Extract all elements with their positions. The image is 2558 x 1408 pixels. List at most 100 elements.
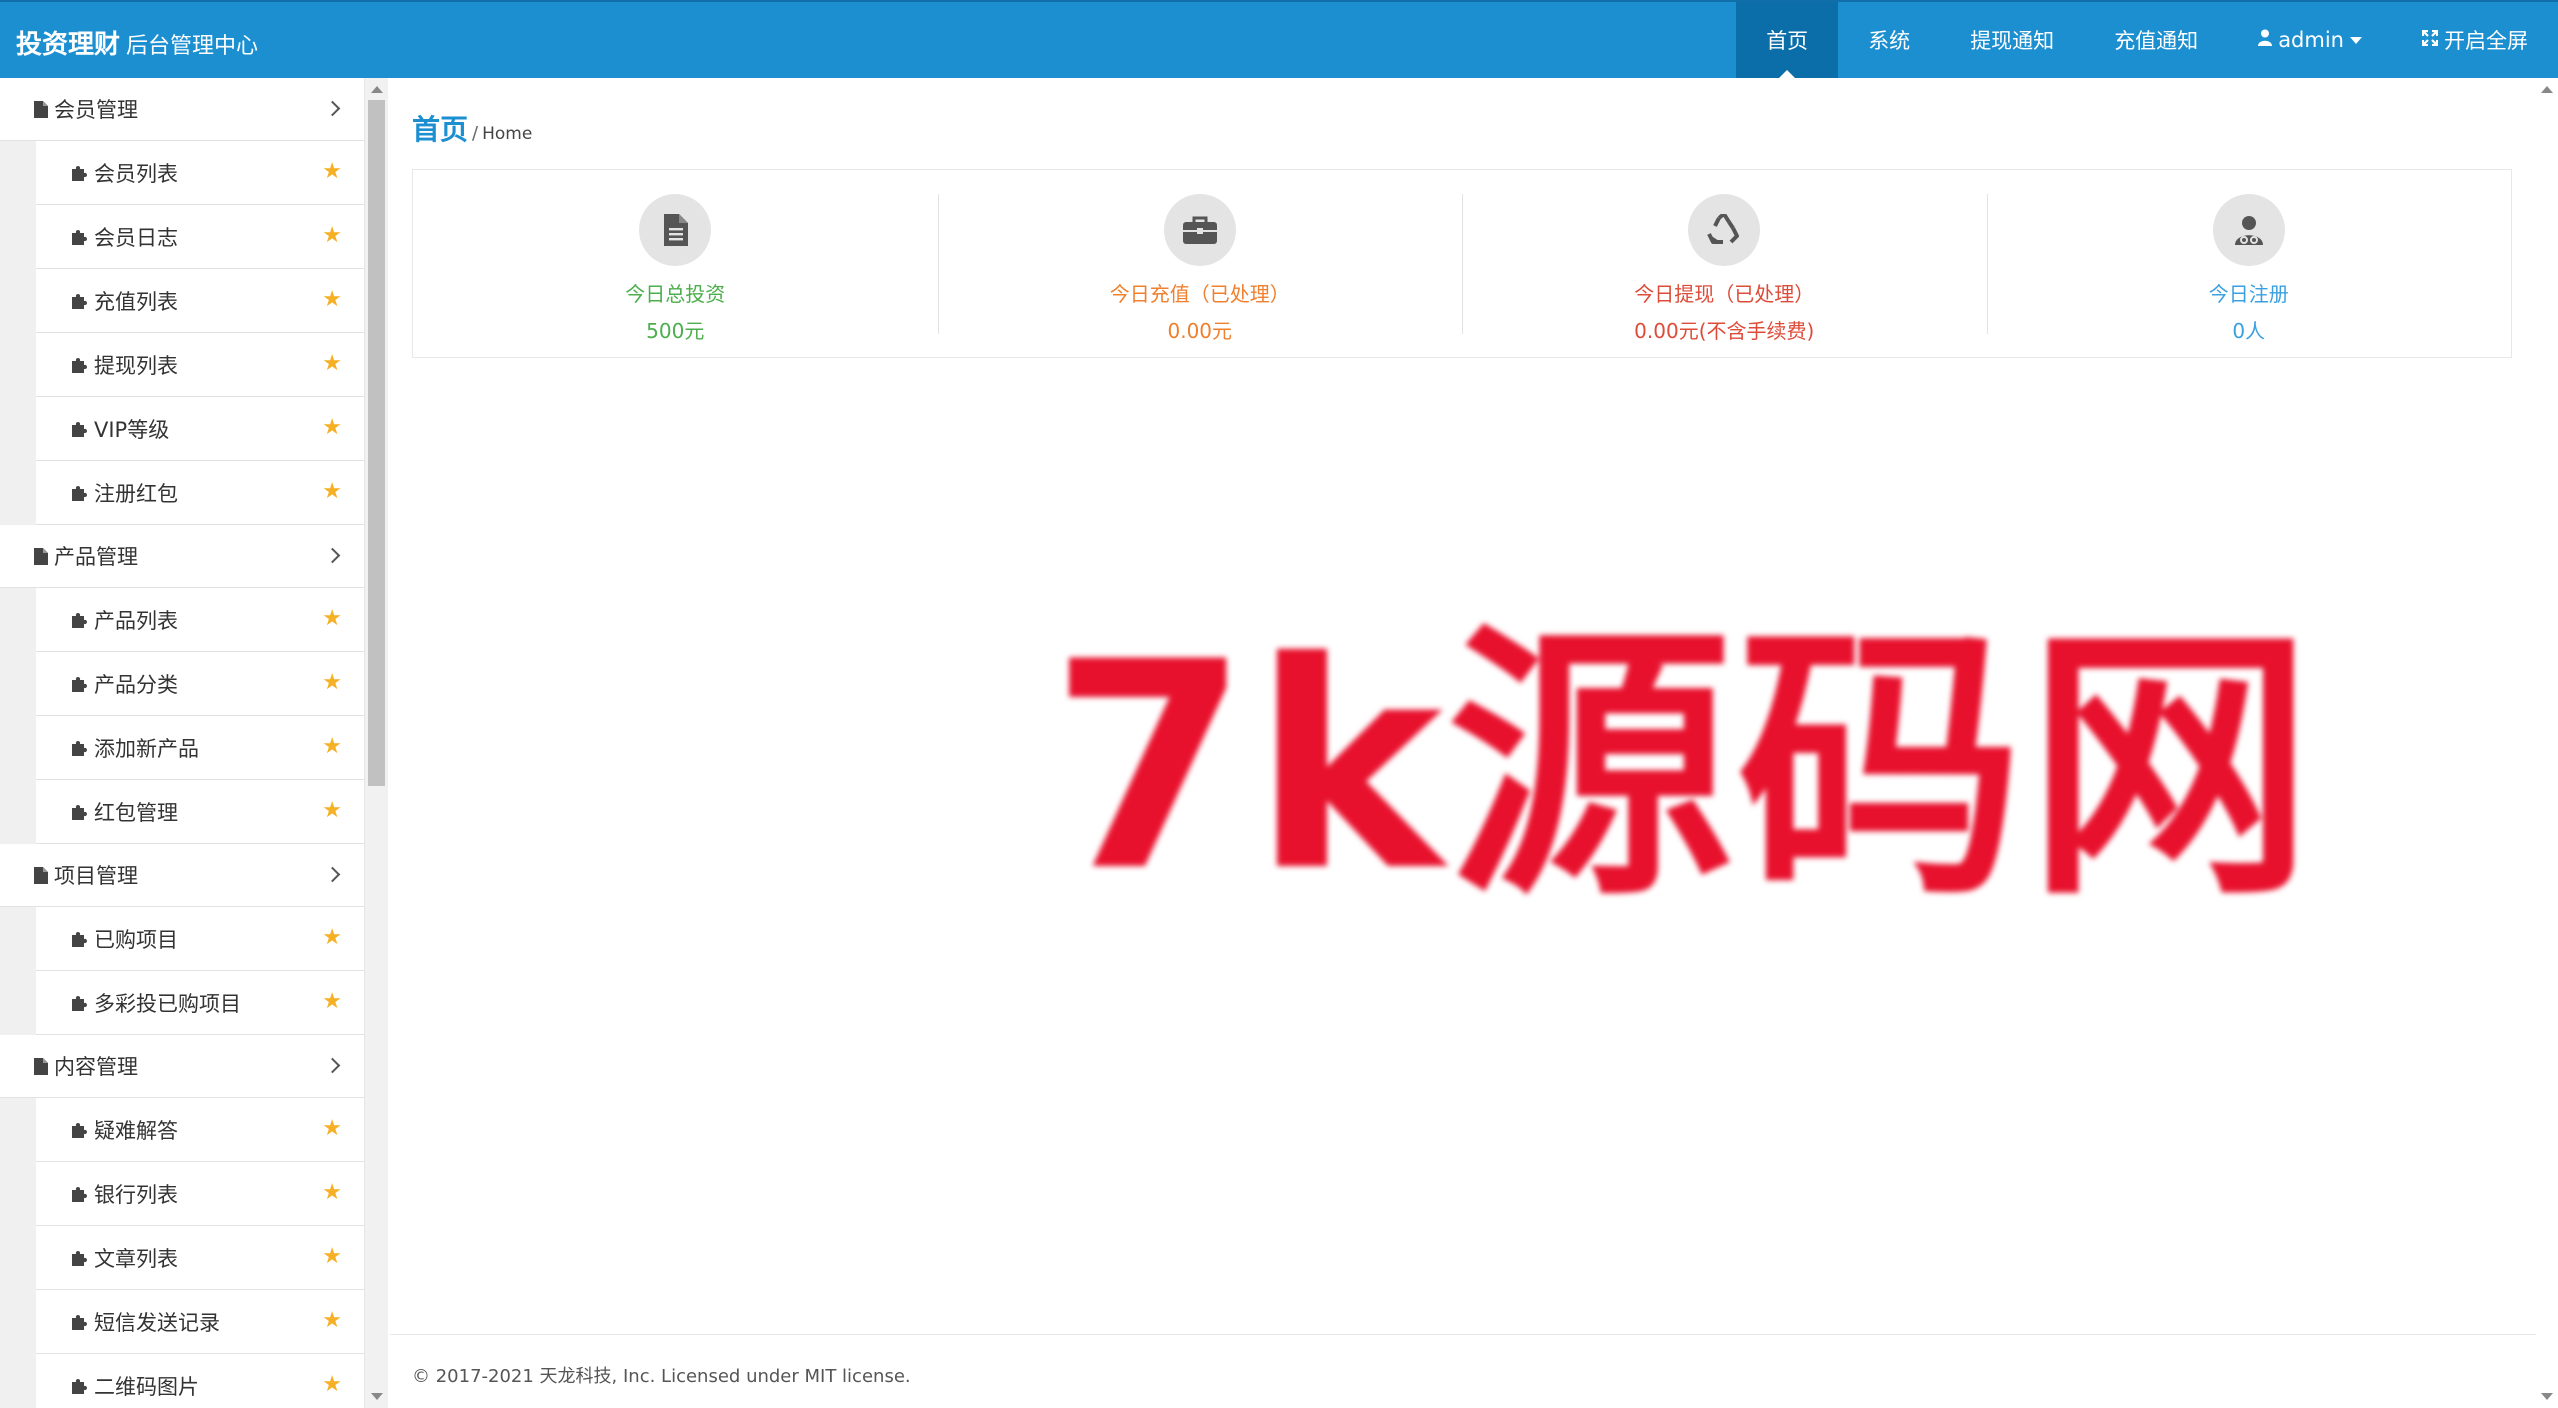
recycle-icon	[1688, 194, 1761, 266]
file-icon	[34, 866, 48, 884]
sidebar-group-label: 会员管理	[54, 98, 138, 122]
main-scrollbar[interactable]	[2536, 78, 2558, 1408]
sidebar-item-label: 注册红包	[94, 481, 178, 506]
breadcrumb-separator: /	[472, 123, 479, 144]
brand-subtitle: 后台管理中心	[126, 34, 259, 59]
sidebar-item[interactable]: 会员日志 ★	[36, 205, 364, 269]
sidebar-item-label: 红包管理	[94, 800, 178, 825]
stat-today-register: 今日注册 0人	[1986, 170, 2512, 357]
fullscreen-label: 开启全屏	[2444, 29, 2528, 53]
puzzle-icon	[70, 930, 88, 947]
puzzle-icon	[70, 1377, 88, 1394]
footer-copyright: © 2017-2021 天龙科技, Inc. Licensed under MI…	[412, 1366, 911, 1387]
sidebar-item[interactable]: 文章列表 ★	[36, 1226, 364, 1290]
sidebar-item-label: 充值列表	[94, 289, 178, 314]
sidebar-item-label: 已购项目	[94, 927, 178, 952]
sidebar-group[interactable]: 会员管理	[0, 78, 364, 141]
file-icon	[34, 547, 48, 565]
sidebar-item[interactable]: 充值列表 ★	[36, 269, 364, 333]
puzzle-icon	[70, 1121, 88, 1138]
sidebar-group[interactable]: 项目管理	[0, 844, 364, 907]
main-content: 首页 / Home 今日总投资 500元 今日充值（已处理） 0.00元 今日提…	[390, 78, 2536, 1408]
puzzle-icon	[70, 994, 88, 1011]
stat-today-withdraw: 今日提现（已处理） 0.00元(不含手续费)	[1462, 170, 1987, 357]
nav-withdraw-notify[interactable]: 提现通知	[1940, 2, 2084, 78]
sidebar-group[interactable]: 产品管理	[0, 525, 364, 588]
sidebar-item-label: 多彩投已购项目	[94, 991, 241, 1016]
sidebar-group[interactable]: 内容管理	[0, 1035, 364, 1098]
stat-label: 今日提现（已处理）	[1634, 282, 1815, 306]
star-icon: ★	[322, 222, 342, 248]
sidebar-item-label: 银行列表	[94, 1182, 178, 1207]
sidebar-item-label: 添加新产品	[94, 736, 199, 761]
file-text-icon	[639, 194, 712, 266]
sidebar: 会员管理 会员列表 ★ 会员日志 ★ 充值列表 ★ 提现列表 ★ VIP等级 ★ 注册红包 ★ 产品管理产…	[0, 78, 364, 1408]
nav-system[interactable]: 系统	[1838, 2, 1940, 78]
breadcrumb-home: Home	[482, 124, 533, 144]
star-icon: ★	[322, 797, 342, 823]
chevron-right-icon	[324, 1057, 341, 1074]
stat-value: 0.00元(不含手续费)	[1634, 319, 1815, 343]
footer-divider	[390, 1334, 2536, 1335]
stat-value: 0.00元	[1167, 319, 1233, 343]
page-title: 首页	[412, 113, 469, 146]
star-icon: ★	[322, 414, 342, 440]
sidebar-item[interactable]: 疑难解答 ★	[36, 1098, 364, 1162]
sidebar-item-label: 疑难解答	[94, 1118, 178, 1143]
sidebar-item[interactable]: 添加新产品 ★	[36, 716, 364, 780]
nav-recharge-notify[interactable]: 充值通知	[2084, 2, 2228, 78]
sidebar-item[interactable]: 产品列表 ★	[36, 588, 364, 652]
briefcase-icon	[1163, 194, 1236, 266]
sidebar-item[interactable]: 提现列表 ★	[36, 333, 364, 397]
sidebar-item[interactable]: 产品分类 ★	[36, 652, 364, 716]
file-icon	[34, 1057, 48, 1075]
puzzle-icon	[70, 1185, 88, 1202]
watermark: 7k源码网	[1050, 602, 2318, 934]
sidebar-item[interactable]: VIP等级 ★	[36, 397, 364, 461]
sidebar-group-label: 产品管理	[54, 545, 138, 569]
star-icon: ★	[322, 350, 342, 376]
star-icon: ★	[322, 286, 342, 312]
scroll-up-arrow-icon[interactable]	[2541, 86, 2553, 93]
user-icon	[2258, 29, 2273, 51]
chevron-right-icon	[324, 866, 341, 883]
stat-value: 500元	[646, 319, 705, 343]
scroll-up-arrow-icon[interactable]	[371, 86, 383, 93]
sidebar-item[interactable]: 多彩投已购项目 ★	[36, 971, 364, 1035]
sidebar-scrollbar[interactable]	[364, 78, 388, 1408]
puzzle-icon	[70, 356, 88, 373]
sidebar-item[interactable]: 注册红包 ★	[36, 461, 364, 525]
star-icon: ★	[322, 924, 342, 950]
sidebar-item-label: 提现列表	[94, 353, 178, 378]
star-icon: ★	[322, 1371, 342, 1397]
expand-icon	[2421, 29, 2439, 51]
sidebar-item[interactable]: 短信发送记录 ★	[36, 1290, 364, 1354]
stat-today-investment: 今日总投资 500元	[413, 170, 938, 357]
nav-system-label: 系统	[1868, 29, 1911, 53]
puzzle-icon	[70, 739, 88, 756]
sidebar-item-label: 会员日志	[94, 225, 178, 250]
star-icon: ★	[322, 478, 342, 504]
brand[interactable]: 投资理财 后台管理中心	[16, 24, 258, 61]
puzzle-icon	[70, 484, 88, 501]
star-icon: ★	[322, 988, 342, 1014]
sidebar-item[interactable]: 银行列表 ★	[36, 1162, 364, 1226]
star-icon: ★	[322, 1115, 342, 1141]
brand-title: 投资理财	[16, 30, 121, 60]
fullscreen-button[interactable]: 开启全屏	[2392, 2, 2558, 78]
user-menu-label: admin	[2278, 28, 2344, 52]
scroll-thumb[interactable]	[368, 100, 385, 786]
scroll-down-arrow-icon[interactable]	[2541, 1393, 2553, 1400]
sidebar-item[interactable]: 二维码图片 ★	[36, 1354, 364, 1408]
sidebar-group-label: 内容管理	[54, 1055, 138, 1079]
sidebar-item[interactable]: 已购项目 ★	[36, 907, 364, 971]
scroll-down-arrow-icon[interactable]	[371, 1393, 383, 1400]
sidebar-item[interactable]: 红包管理 ★	[36, 780, 364, 844]
sidebar-item[interactable]: 会员列表 ★	[36, 141, 364, 205]
user-menu[interactable]: admin	[2228, 2, 2392, 78]
puzzle-icon	[70, 1313, 88, 1330]
nav-home[interactable]: 首页	[1736, 2, 1839, 78]
puzzle-icon	[70, 1249, 88, 1266]
nav-home-label: 首页	[1766, 29, 1809, 53]
puzzle-icon	[70, 228, 88, 245]
